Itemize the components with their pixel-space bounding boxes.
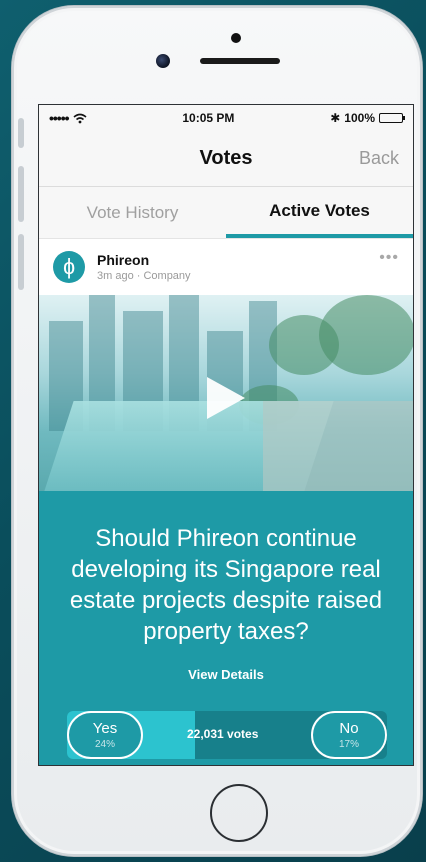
author-name[interactable]: Phireon <box>97 252 191 268</box>
vote-yes-button[interactable]: Yes 24% <box>67 711 143 759</box>
signal-icon: ••••• <box>49 110 69 126</box>
vote-question: Should Phireon continue developing its S… <box>69 525 383 645</box>
company-avatar[interactable]: ɸ <box>53 251 85 283</box>
battery-percentage: 100% <box>344 111 375 125</box>
tab-active-votes[interactable]: Active Votes <box>226 187 413 238</box>
author-block: Phireon 3m ago · Company <box>97 252 191 282</box>
post-header: ɸ Phireon 3m ago · Company ••• <box>39 239 413 295</box>
status-left: ••••• <box>49 110 87 126</box>
vote-no-button[interactable]: No 17% <box>311 711 387 759</box>
play-icon[interactable] <box>207 377 245 419</box>
vote-yes-percentage: 24% <box>94 739 115 750</box>
tab-bar: Vote History Active Votes <box>39 187 413 239</box>
home-button[interactable] <box>210 784 268 842</box>
status-bar: ••••• 10:05 PM ✱ 100% <box>39 105 413 131</box>
tab-vote-history[interactable]: Vote History <box>39 187 226 238</box>
bluetooth-icon: ✱ <box>330 111 341 125</box>
video-thumbnail[interactable] <box>39 295 413 491</box>
vote-no-label: No <box>339 720 359 737</box>
mute-switch <box>18 118 24 148</box>
vote-yes-label: Yes <box>92 720 118 737</box>
volume-down-button <box>18 234 24 290</box>
earpiece-speaker <box>200 58 280 64</box>
battery-icon <box>379 113 405 123</box>
wifi-icon <box>73 113 87 123</box>
volume-up-button <box>18 166 24 222</box>
page-title: Votes <box>199 147 253 169</box>
pool-deck <box>263 401 413 491</box>
back-button[interactable]: Back <box>359 148 399 169</box>
more-options-icon[interactable]: ••• <box>379 249 399 267</box>
front-camera <box>156 54 170 68</box>
post-meta: 3m ago · Company <box>97 270 191 282</box>
vote-count: 22,031 votes <box>187 727 259 741</box>
navigation-bar: Votes Back <box>39 131 413 187</box>
status-time: 10:05 PM <box>182 111 235 125</box>
vote-panel: Should Phireon continue developing its S… <box>39 491 413 765</box>
palm-tree <box>319 295 413 375</box>
vote-no-percentage: 17% <box>338 739 359 750</box>
proximity-sensor <box>231 33 241 43</box>
view-details-link[interactable]: View Details <box>39 667 413 682</box>
app-screen: ••••• 10:05 PM ✱ 100% Votes Back Vote Hi… <box>38 104 414 766</box>
status-right: ✱ 100% <box>330 111 405 125</box>
